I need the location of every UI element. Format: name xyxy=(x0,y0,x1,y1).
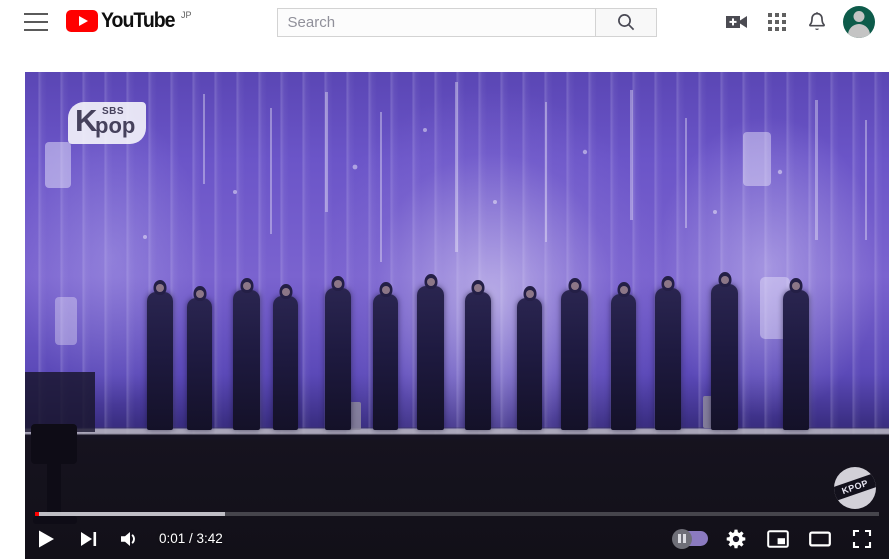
youtube-logo[interactable]: YouTube JP xyxy=(66,10,192,34)
video-player[interactable]: K SBS pop KPOP 0:01 / 3:42 xyxy=(25,72,889,559)
performer xyxy=(711,283,738,430)
youtube-play-icon xyxy=(66,10,98,32)
hamburger-line xyxy=(24,13,48,15)
create-video-icon[interactable] xyxy=(717,2,757,42)
performer xyxy=(561,289,588,430)
gear-icon xyxy=(726,529,746,548)
bell-glyph xyxy=(809,12,825,30)
player-controls: 0:01 / 3:42 xyxy=(25,505,889,559)
miniplayer-button[interactable] xyxy=(757,518,799,559)
performer xyxy=(783,289,809,430)
play-icon xyxy=(39,530,54,547)
settings-button[interactable] xyxy=(715,518,757,559)
progress-played xyxy=(35,512,39,516)
avatar-head xyxy=(853,11,865,22)
watermark-pop-text: pop xyxy=(95,113,136,138)
play-button[interactable] xyxy=(25,518,67,559)
search-glyph xyxy=(617,14,634,31)
avatar-body xyxy=(848,24,870,38)
progress-bar[interactable] xyxy=(35,508,879,518)
progress-loaded xyxy=(35,512,225,516)
channel-watermark: K SBS pop xyxy=(68,102,146,144)
volume-on-icon xyxy=(121,531,135,546)
search-icon[interactable] xyxy=(594,7,657,37)
performer xyxy=(325,287,351,430)
youtube-country-suffix: JP xyxy=(181,10,192,20)
kpop-circle-badge: KPOP xyxy=(834,467,876,509)
performer xyxy=(611,293,636,430)
performer xyxy=(233,289,260,430)
search-input[interactable] xyxy=(276,7,595,37)
kpop-badge-band: KPOP xyxy=(834,472,876,503)
header-actions xyxy=(717,0,889,44)
next-track-icon xyxy=(81,531,97,546)
search-bar xyxy=(276,7,657,37)
apps-grid-icon[interactable] xyxy=(757,2,797,42)
youtube-wordmark: YouTube xyxy=(101,9,176,32)
miniplayer-icon xyxy=(767,529,789,548)
performer xyxy=(273,295,298,430)
hamburger-menu-icon[interactable] xyxy=(24,13,48,31)
performer xyxy=(417,285,444,430)
performer xyxy=(465,291,491,430)
pause-bar xyxy=(678,534,681,543)
youtube-header: YouTube JP xyxy=(0,0,889,44)
notifications-bell-icon[interactable] xyxy=(797,2,837,42)
performer xyxy=(373,293,398,430)
autoplay-toggle[interactable] xyxy=(667,518,715,559)
hamburger-line xyxy=(24,29,48,31)
hamburger-line xyxy=(24,21,48,23)
theater-button[interactable] xyxy=(799,518,841,559)
theater-mode-icon xyxy=(809,530,831,547)
video-frame: K SBS pop KPOP xyxy=(25,72,889,559)
control-button-row: 0:01 / 3:42 xyxy=(25,518,889,559)
next-video-button[interactable] xyxy=(67,518,109,559)
create-video-glyph xyxy=(726,16,747,28)
pause-bar xyxy=(683,534,686,543)
autoplay-pause-toggle xyxy=(672,528,692,549)
performer xyxy=(147,291,173,430)
volume-button[interactable] xyxy=(109,518,151,559)
avatar[interactable] xyxy=(843,6,875,38)
time-display: 0:01 / 3:42 xyxy=(159,531,223,546)
apps-grid-glyph xyxy=(768,13,786,31)
fullscreen-icon xyxy=(852,529,872,548)
autoplay-pill xyxy=(672,528,708,549)
fullscreen-button[interactable] xyxy=(841,518,883,559)
kpop-badge-text: KPOP xyxy=(840,478,870,497)
performer xyxy=(187,297,212,430)
performer xyxy=(655,287,681,430)
performer xyxy=(517,297,542,430)
